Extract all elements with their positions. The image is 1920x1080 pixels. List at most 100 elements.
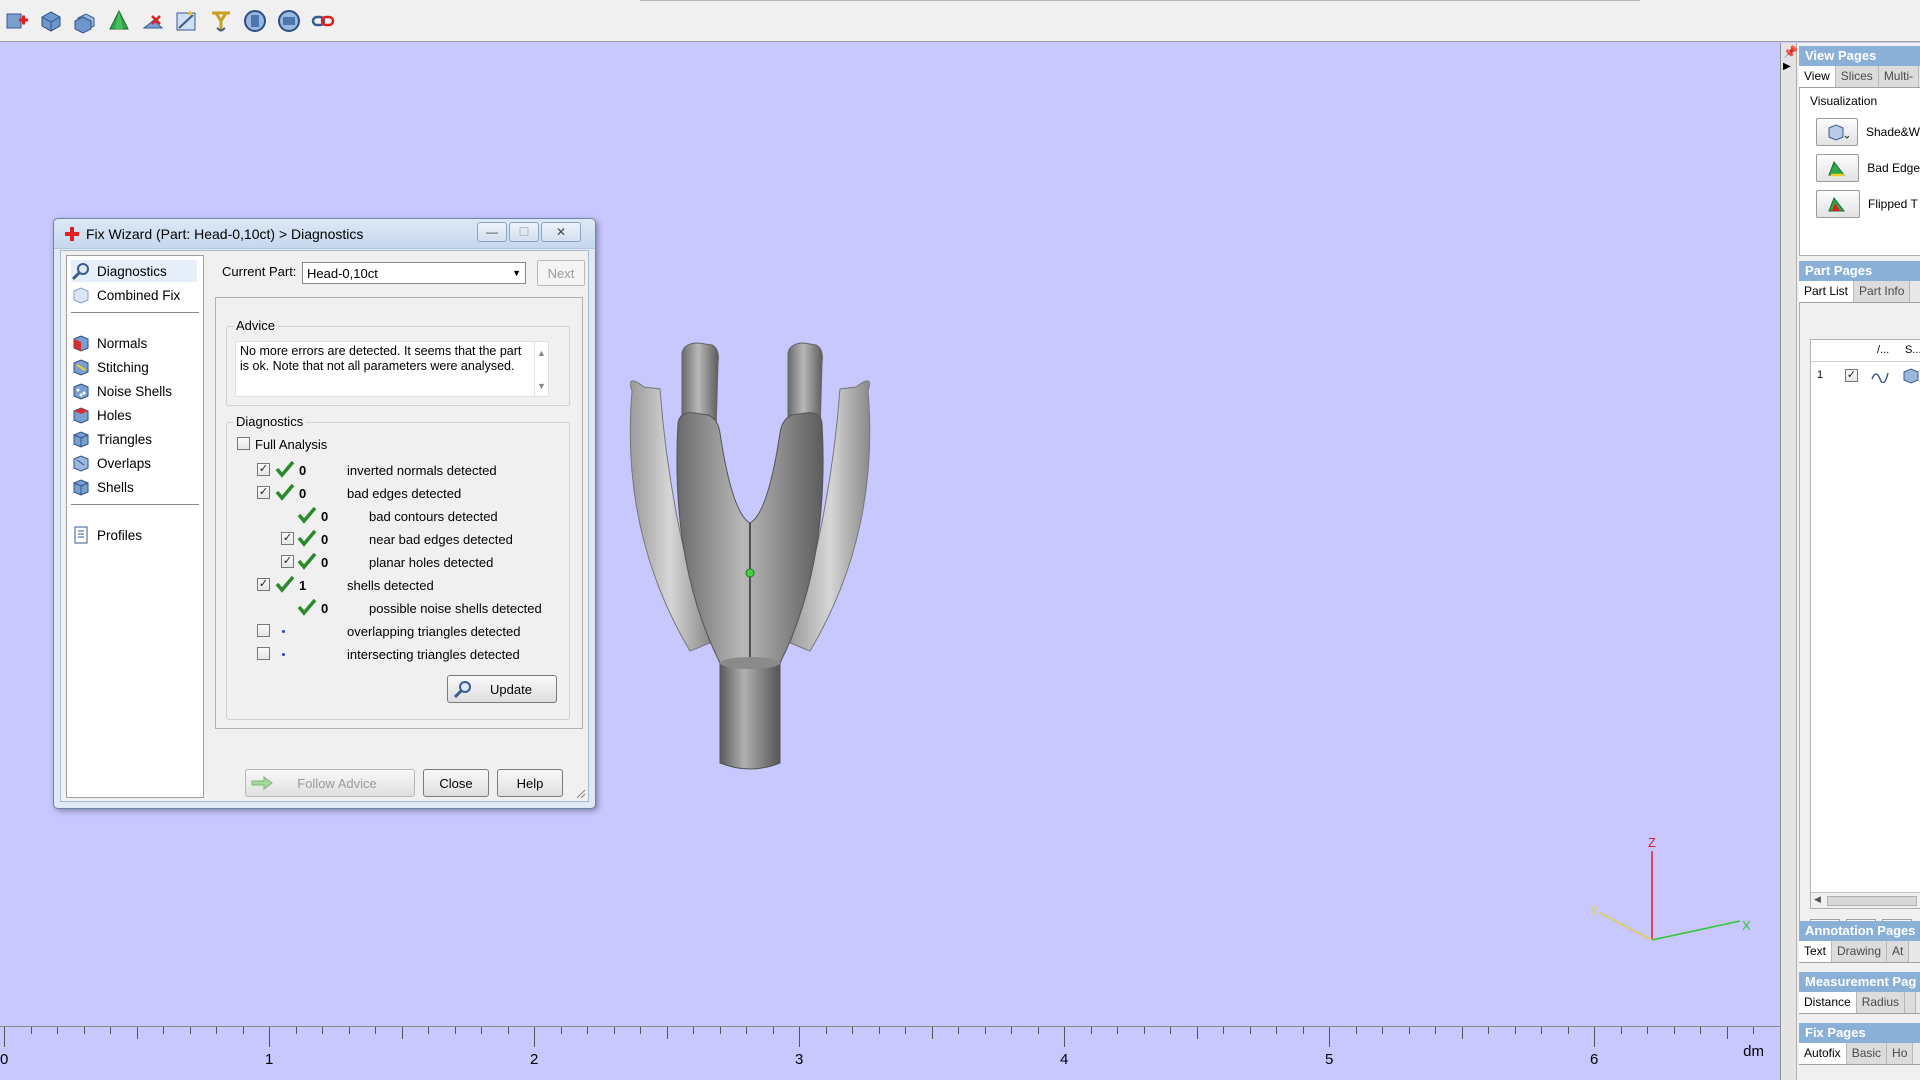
tab-slices[interactable]: Slices [1835, 66, 1879, 87]
resize-grip-icon[interactable] [576, 789, 586, 799]
scroll-thumb[interactable] [1827, 896, 1917, 906]
ruler-unit: dm [1743, 1043, 1764, 1060]
flipped-triangles-button[interactable] [1816, 190, 1860, 218]
nav-diagnostics[interactable]: Diagnostics [71, 260, 197, 282]
update-button[interactable]: Update [447, 675, 557, 703]
scroll-left-icon[interactable]: ◀ [1814, 894, 1821, 905]
part-list-hscrollbar[interactable]: ◀ [1811, 892, 1920, 908]
collapse-arrow-icon[interactable]: ▶ [1783, 61, 1791, 72]
part-row[interactable]: 1 ✓ [1811, 366, 1920, 386]
col-header[interactable]: S... [1905, 344, 1920, 356]
nav-noise-shells[interactable]: Noise Shells [71, 380, 172, 402]
shade-wire-button[interactable] [1816, 118, 1858, 146]
fix-pages-tabs: Autofix Basic Ho [1799, 1043, 1920, 1065]
part-3d-model[interactable] [620, 303, 880, 783]
ruler-tick [878, 1027, 880, 1034]
diagnostic-checkbox[interactable] [257, 647, 270, 660]
diagnostic-checkbox[interactable]: ✓ [257, 486, 270, 499]
magnifier-icon [71, 263, 89, 281]
tab-part-list[interactable]: Part List [1799, 281, 1855, 302]
bad-edges-button[interactable] [1816, 154, 1860, 182]
axis-z-label: Z [1648, 835, 1656, 850]
view-pages-body: Visualization Shade&W Bad Edge Flipped T [1799, 88, 1920, 256]
follow-advice-button[interactable]: Follow Advice [245, 769, 415, 797]
triangle-green-icon[interactable] [104, 6, 134, 36]
diagnostic-count: 0 [321, 555, 329, 570]
tab-distance[interactable]: Distance [1799, 992, 1857, 1013]
diagnostic-checkbox[interactable]: ✓ [257, 463, 270, 476]
view-pages-section: View Pages View Slices Multi- Visualizat… [1799, 46, 1920, 256]
fix-pages-section: Fix Pages Autofix Basic Ho [1799, 1023, 1920, 1065]
nav-triangles[interactable]: Triangles [71, 428, 152, 450]
nav-stitching[interactable]: Stitching [71, 356, 149, 378]
scroll-down-icon[interactable]: ▼ [535, 379, 548, 394]
advice-text: No more errors are detected. It seems th… [235, 341, 549, 397]
part-visible-checkbox[interactable]: ✓ [1845, 369, 1858, 382]
diagnostics-group-title: Diagnostics [233, 414, 307, 429]
view-circle-icon[interactable] [240, 6, 270, 36]
next-button[interactable]: Next [537, 260, 585, 286]
tab-multi[interactable]: Multi- [1878, 66, 1920, 87]
current-part-select[interactable]: Head-0,10ct ▼ [302, 262, 526, 284]
ruler-tick [560, 1027, 562, 1034]
tab-radius[interactable]: Radius [1856, 992, 1906, 1013]
diagnostics-group: Diagnostics Full Analysis ✓ 0 inverted nor… [226, 414, 570, 720]
dialog-titlebar[interactable]: Fix Wizard (Part: Head-0,10ct) > Diagnos… [54, 219, 595, 249]
normals-icon [73, 335, 89, 352]
ruler-tick [481, 1027, 482, 1034]
ruler-label: 3 [795, 1051, 804, 1068]
add-part-icon[interactable] [2, 6, 32, 36]
diagnostic-label: overlapping triangles detected [347, 624, 521, 639]
part-box-icon[interactable] [36, 6, 66, 36]
view-pages-header[interactable]: View Pages [1799, 46, 1920, 66]
nav-normals[interactable]: Normals [71, 332, 147, 354]
fix-pages-header[interactable]: Fix Pages [1799, 1023, 1920, 1043]
diagnostic-label: bad contours detected [369, 509, 498, 524]
view-frame-icon[interactable] [274, 6, 304, 36]
tab-part-info[interactable]: Part Info [1854, 281, 1911, 302]
tab-at[interactable]: At [1887, 941, 1910, 962]
nav-profiles[interactable]: Profiles [71, 524, 142, 546]
cut-tool-icon[interactable] [206, 6, 236, 36]
tab-basic[interactable]: Basic [1846, 1043, 1888, 1064]
arrow-right-icon [251, 776, 273, 790]
tab-drawing[interactable]: Drawing [1832, 941, 1888, 962]
delete-triangle-icon[interactable] [138, 6, 168, 36]
parts-stack-icon[interactable] [70, 6, 100, 36]
close-button[interactable]: Close [423, 769, 489, 797]
link-icon[interactable] [308, 6, 338, 36]
follow-advice-label: Follow Advice [297, 775, 377, 791]
nav-overlaps[interactable]: Overlaps [71, 452, 151, 474]
col-header[interactable]: /... [1877, 344, 1889, 356]
nav-combined-fix[interactable]: Combined Fix [71, 284, 180, 306]
annotation-pages-header[interactable]: Annotation Pages [1799, 921, 1920, 941]
close-window-button[interactable]: ✕ [541, 222, 581, 242]
axis-y-label: Y [1590, 903, 1599, 918]
measurement-pages-section: Measurement Pag Distance Radius [1799, 972, 1920, 1014]
diagnostic-checkbox[interactable] [257, 624, 270, 637]
pin-icon[interactable]: 📌 [1783, 45, 1798, 59]
measurement-pages-header[interactable]: Measurement Pag [1799, 972, 1920, 992]
tab-holes[interactable]: Ho [1887, 1043, 1914, 1064]
tab-view[interactable]: View [1799, 66, 1836, 87]
full-analysis-checkbox[interactable] [237, 437, 250, 450]
scroll-up-icon[interactable]: ▲ [535, 346, 548, 361]
advice-scrollbar[interactable]: ▲ ▼ [534, 342, 548, 396]
nav-holes[interactable]: Holes [71, 404, 132, 426]
tab-text[interactable]: Text [1799, 941, 1833, 962]
mark-triangle-icon[interactable] [172, 6, 202, 36]
diagnostic-checkbox[interactable]: ✓ [281, 532, 294, 545]
diagnostic-checkbox[interactable]: ✓ [281, 555, 294, 568]
help-button[interactable]: Help [497, 769, 563, 797]
ruler-tick [4, 1027, 5, 1047]
ruler-tick [57, 1027, 58, 1034]
ruler-tick [1382, 1027, 1383, 1034]
nav-shells[interactable]: Shells [71, 476, 134, 498]
maximize-button[interactable]: ☐ [509, 222, 539, 242]
minimize-button[interactable]: — [477, 222, 507, 242]
diagnostic-checkbox[interactable]: ✓ [257, 578, 270, 591]
diagnostic-count: 0 [321, 509, 329, 524]
tab-more[interactable] [1905, 992, 1917, 1013]
tab-autofix[interactable]: Autofix [1799, 1043, 1847, 1064]
part-pages-header[interactable]: Part Pages [1799, 261, 1920, 281]
